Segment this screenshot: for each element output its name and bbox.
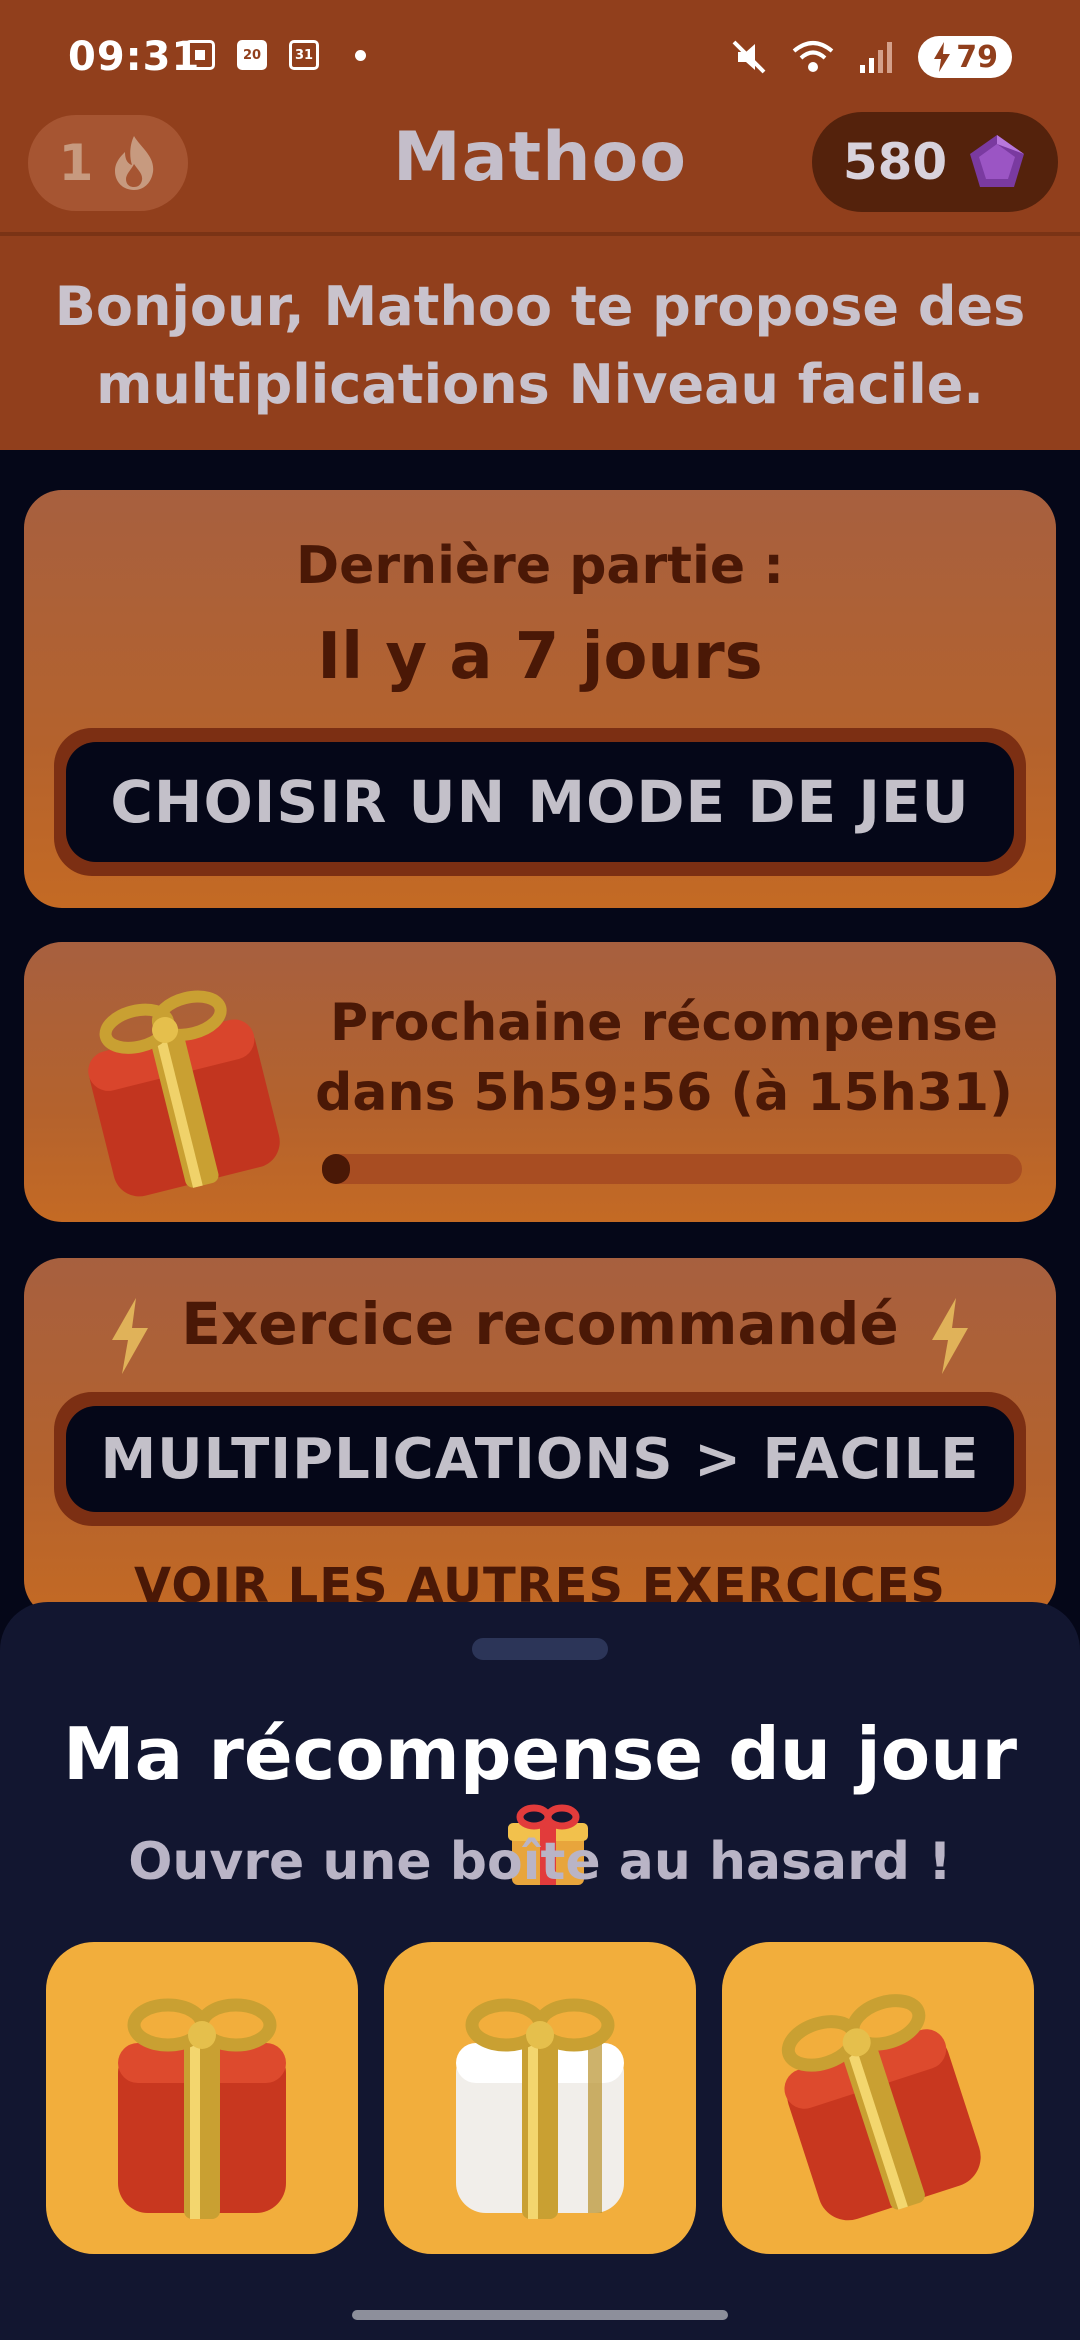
battery-indicator: 79 xyxy=(918,36,1012,78)
mute-icon xyxy=(732,40,766,74)
lightning-icon-right xyxy=(932,1298,968,1374)
last-game-value: Il y a 7 jours xyxy=(317,620,763,694)
signal-icon xyxy=(860,42,893,73)
red-gift-box-icon xyxy=(118,1998,286,2219)
next-reward-line1: Prochaine récompense xyxy=(329,993,998,1053)
recommended-title: Exercice recommandé xyxy=(181,1290,899,1358)
greeting-text: Bonjour, Mathoo te propose des multiplic… xyxy=(54,275,1026,416)
gift-box-option-1[interactable] xyxy=(46,1942,358,2254)
sheet-subtitle: Ouvre une boîte au hasard ! xyxy=(128,1832,952,1892)
gift-icon xyxy=(88,990,280,1197)
red-tilted-gift-box-icon xyxy=(781,1994,981,2221)
battery-level: 79 xyxy=(956,39,998,75)
charging-bolt-icon xyxy=(934,42,951,72)
reward-progress-bar xyxy=(322,1154,1022,1184)
dot-icon xyxy=(355,49,366,61)
status-time: 09:31 xyxy=(68,34,201,80)
gem-icon xyxy=(970,135,1025,187)
recommended-exercise-button[interactable]: MULTIPLICATIONS > FACILE xyxy=(54,1392,1026,1526)
reward-progress-fill xyxy=(322,1154,350,1184)
last-game-label: Dernière partie : xyxy=(295,536,784,596)
choose-game-mode-button[interactable]: CHOISIR UN MODE DE JEU xyxy=(54,728,1026,876)
next-reward-line2: dans 5h59:56 (à 15h31) xyxy=(315,1063,1013,1123)
top-header-area: 09:31 20 31 79 1 Mathoo 580 Bonjour, Mat… xyxy=(0,0,1080,450)
recommended-exercise-label: MULTIPLICATIONS > FACILE xyxy=(66,1406,1014,1512)
calendar-icon: 20 xyxy=(237,40,267,70)
status-icons-right: 79 xyxy=(730,36,1012,78)
sheet-drag-handle[interactable] xyxy=(472,1638,608,1660)
next-reward-text: Prochaine récompense dans 5h59:56 (à 15h… xyxy=(294,988,1034,1128)
screenshot-icon xyxy=(185,40,215,70)
status-icons-left: 20 31 xyxy=(185,40,366,70)
gems-count: 580 xyxy=(842,133,948,191)
home-indicator[interactable] xyxy=(352,2310,728,2320)
header-divider xyxy=(0,232,1080,236)
gift-box-option-2[interactable] xyxy=(384,1942,696,2254)
white-gift-box-icon xyxy=(456,1998,624,2219)
recommended-exercise-card: Exercice recommandé MULTIPLICATIONS > FA… xyxy=(24,1258,1056,1618)
choose-game-mode-label: CHOISIR UN MODE DE JEU xyxy=(66,742,1014,862)
gems-counter[interactable]: 580 xyxy=(812,112,1058,212)
status-bar: 09:31 20 31 79 xyxy=(0,0,1080,115)
next-reward-card: Prochaine récompense dans 5h59:56 (à 15h… xyxy=(24,942,1056,1222)
last-game-card: Dernière partie : Il y a 7 jours CHOISIR… xyxy=(24,490,1056,908)
wifi-icon xyxy=(792,41,834,72)
gift-box-option-3[interactable] xyxy=(722,1942,1034,2254)
daily-reward-sheet: Ma récompense du jour Ouvre une boîte au… xyxy=(0,1602,1080,2340)
sheet-title-text: Ma récompense du jour xyxy=(63,1712,1017,1796)
calendar-outline-icon: 31 xyxy=(289,40,319,70)
